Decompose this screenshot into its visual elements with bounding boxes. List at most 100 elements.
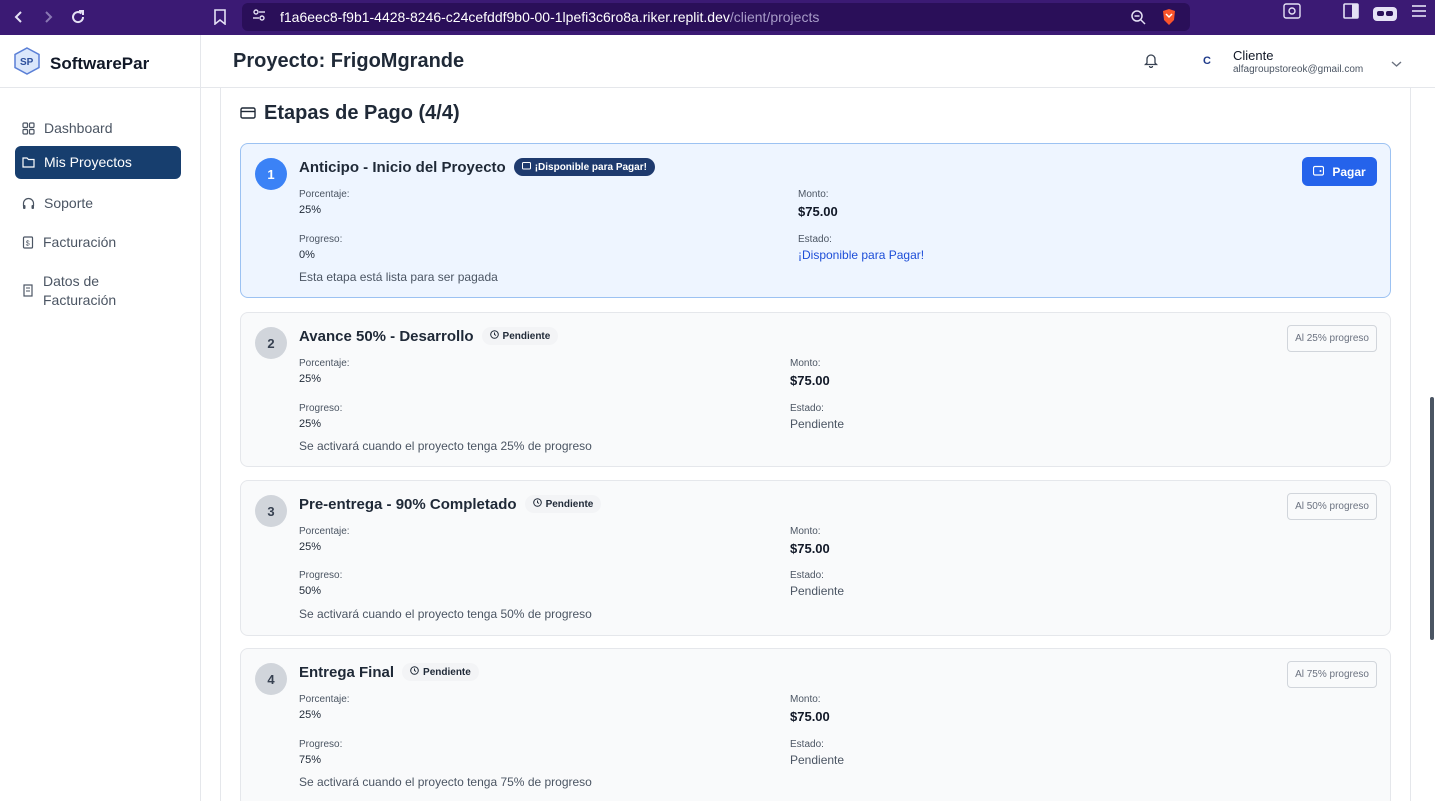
sidebar-toggle-icon[interactable] [1343,3,1359,24]
sidebar-item-dashboard[interactable]: Dashboard [15,112,181,146]
stage-note: Se activará cuando el proyecto tenga 50%… [299,607,592,621]
sidebar-item-label: Datos de Facturación [43,273,117,308]
address-bar[interactable]: f1a6eec8-f9b1-4428-8246-c24cefddf9b0-00-… [242,3,1190,31]
stage-number: 1 [255,158,287,190]
private-glasses-icon[interactable] [1373,6,1397,21]
progreso-label: Progreso: [299,570,343,581]
pay-button[interactable]: Pagar [1302,157,1377,186]
page-title: Proyecto: FrigoMgrande [233,50,465,72]
credit-card-icon [240,102,256,125]
clock-icon [532,498,542,510]
progreso-label: Progreso: [299,739,343,750]
reader-mode-icon[interactable] [1283,3,1301,24]
sidebar-item-facturacion[interactable]: $ Facturación [15,226,181,260]
sidebar-item-label: Mis Proyectos [44,154,132,170]
progress-threshold-tag: Al 75% progreso [1287,661,1377,688]
sidebar: Dashboard Mis Proyectos Soporte $ Factur… [0,88,201,801]
clock-icon [410,666,419,678]
porcentaje-label: Porcentaje: [299,694,350,705]
sidebar-item-label: Soporte [44,195,94,211]
payment-stage-card: 1 Anticipo - Inicio del Proyecto ¡Dispon… [240,143,1391,298]
building-icon [22,282,34,300]
progreso-value: 50% [299,585,322,597]
section-title: Etapas de Pago (4/4) [240,102,460,125]
chevron-down-icon[interactable] [1391,55,1402,73]
reload-icon[interactable] [63,2,93,32]
brand[interactable]: SP SoftwarePar [14,47,149,80]
stage-note: Esta etapa está lista para ser pagada [299,270,498,284]
monto-value: $75.00 [790,541,830,556]
user-email[interactable]: alfagroupstoreok@gmail.com [1233,64,1363,75]
section-title-text: Etapas de Pago (4/4) [264,102,460,124]
forward-icon[interactable] [33,2,63,32]
stage-note: Se activará cuando el proyecto tenga 25%… [299,439,592,453]
zoom-icon[interactable] [1130,9,1146,30]
stage-title-text: Anticipo - Inicio del Proyecto [299,158,506,176]
softwarepar-logo-icon: SP [14,47,40,80]
stage-number: 3 [255,495,287,527]
stage-title-text: Avance 50% - Desarrollo [299,327,474,345]
monto-label: Monto: [798,189,829,200]
porcentaje-value: 25% [299,373,322,385]
payment-stage-card: 3 Pre-entrega - 90% Completado Pendiente… [240,480,1391,636]
monto-label: Monto: [790,526,821,537]
brave-shields-icon[interactable] [1160,8,1178,31]
sidebar-item-label: Facturación [43,234,117,250]
porcentaje-label: Porcentaje: [299,189,350,200]
status-badge: ¡Disponible para Pagar! [513,158,655,176]
estado-label: Estado: [798,234,832,245]
estado-label: Estado: [790,403,824,414]
bookmark-icon[interactable] [205,2,235,32]
sidebar-item-mis-proyectos[interactable]: Mis Proyectos [15,146,181,179]
estado-label: Estado: [790,739,824,750]
stage-note: Se activará cuando el proyecto tenga 75%… [299,775,592,789]
receipt-icon: $ [22,234,34,252]
progreso-value: 75% [299,754,322,766]
back-icon[interactable] [4,2,34,32]
folder-icon [22,154,35,171]
stage-title: Entrega Final Pendiente [299,663,479,681]
svg-text:$: $ [26,241,30,248]
status-badge: Pendiente [524,495,602,513]
status-badge-text: Pendiente [545,498,594,510]
payment-stage-card: 2 Avance 50% - Desarrollo Pendiente Al 2… [240,312,1391,467]
browser-toolbar: f1a6eec8-f9b1-4428-8246-c24cefddf9b0-00-… [0,0,1435,35]
avatar[interactable]: C [1196,50,1218,72]
porcentaje-label: Porcentaje: [299,358,350,369]
status-badge-text: ¡Disponible para Pagar! [534,161,647,173]
monto-value: $75.00 [790,373,830,388]
user-role[interactable]: Cliente [1233,48,1273,63]
pay-button-label: Pagar [1332,164,1366,179]
porcentaje-label: Porcentaje: [299,526,350,537]
progress-threshold-tag: Al 25% progreso [1287,325,1377,352]
sidebar-item-soporte[interactable]: Soporte [15,187,181,221]
brand-name: SoftwarePar [50,53,150,73]
monto-label: Monto: [790,358,821,369]
estado-value: Pendiente [790,753,845,767]
stage-title: Avance 50% - Desarrollo Pendiente [299,327,559,345]
estado-value: ¡Disponible para Pagar! [798,248,925,262]
progreso-label: Progreso: [299,403,343,414]
status-badge-text: Pendiente [423,666,471,678]
status-badge: Pendiente [481,327,559,345]
svg-text:SP: SP [20,57,34,68]
monto-label: Monto: [790,694,821,705]
stage-title: Anticipo - Inicio del Proyecto ¡Disponib… [299,158,655,176]
menu-icon[interactable] [1411,4,1427,23]
stage-number: 4 [255,663,287,695]
stage-title: Pre-entrega - 90% Completado Pendiente [299,495,602,513]
payment-stage-card: 4 Entrega Final Pendiente Al 75% progres… [240,648,1391,801]
site-settings-icon[interactable] [252,8,266,27]
porcentaje-value: 25% [299,709,322,721]
notification-bell-icon[interactable] [1143,53,1159,73]
headset-icon [22,195,35,213]
url-text: f1a6eec8-f9b1-4428-8246-c24cefddf9b0-00-… [280,9,819,25]
url-path: /client/projects [729,9,820,25]
monto-value: $75.00 [790,709,830,724]
sidebar-item-datos-facturacion[interactable]: Datos de Facturación [15,264,181,318]
progreso-value: 0% [299,249,315,261]
status-badge-text: Pendiente [502,330,551,342]
progreso-label: Progreso: [299,234,343,245]
scrollbar-thumb[interactable] [1430,397,1434,640]
stage-title-text: Pre-entrega - 90% Completado [299,495,517,513]
